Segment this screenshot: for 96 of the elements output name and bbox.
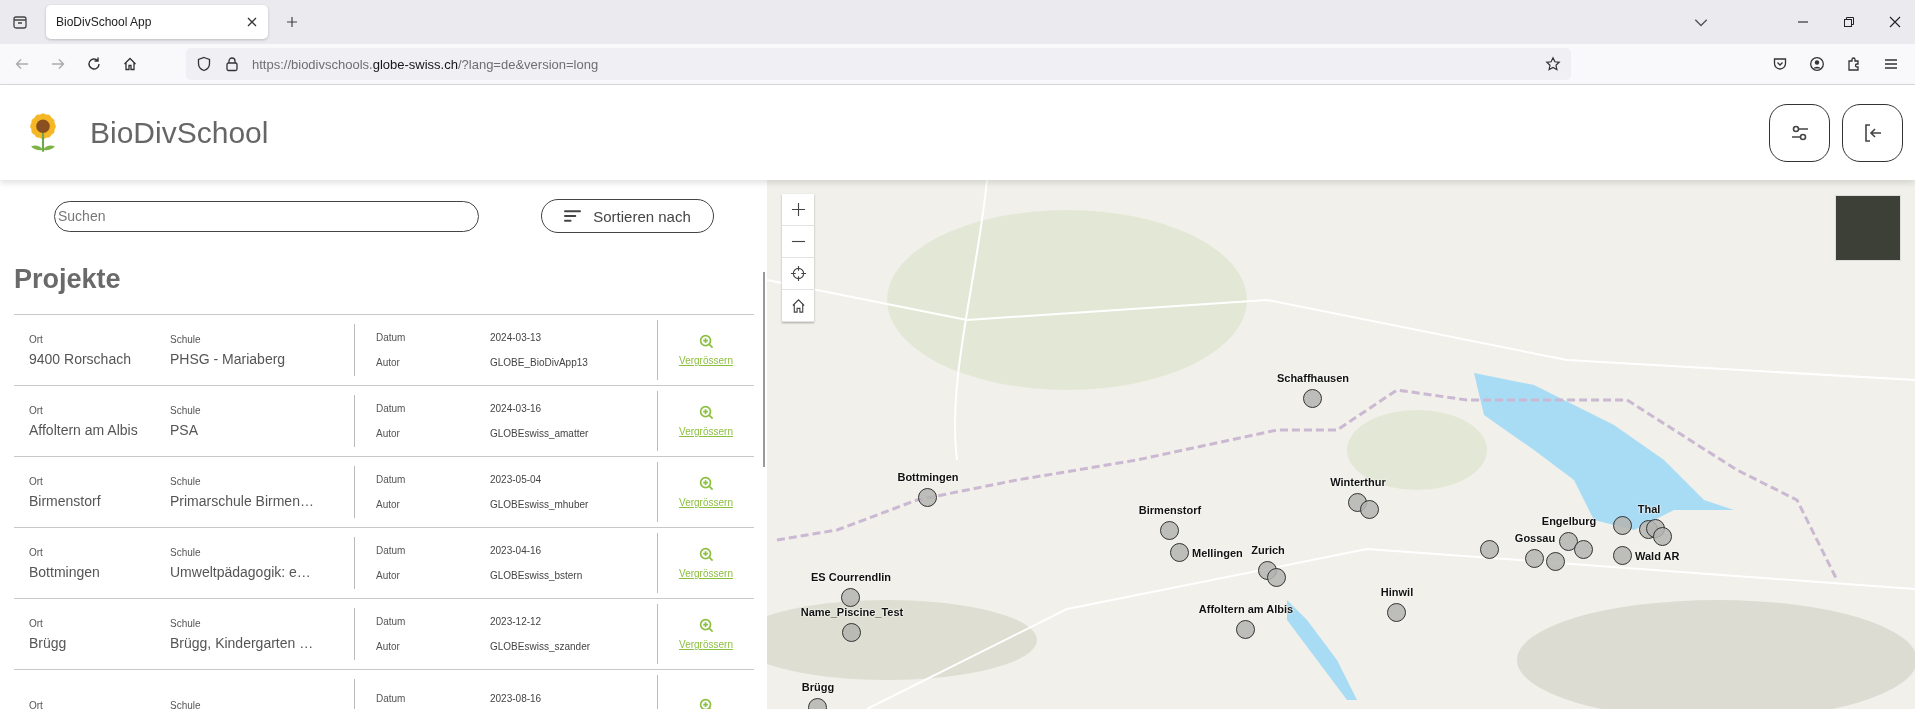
school-name: PHSG - Mariaberg (170, 350, 287, 367)
locate-button[interactable] (782, 258, 814, 290)
date-text: 2024-03-13 (490, 332, 542, 343)
plus-icon (790, 202, 806, 217)
location-text: Affoltern am Albis (29, 421, 139, 438)
field-label: Schule (170, 333, 202, 345)
marker-label: Bottmingen (897, 471, 959, 483)
lock-icon (224, 56, 240, 72)
crosshair-icon (790, 266, 806, 281)
field-label: Ort (29, 475, 44, 487)
menu-icon[interactable] (1883, 56, 1899, 72)
marker-label: Schaffhausen (1276, 372, 1350, 384)
field-label: Autor (376, 570, 401, 581)
marker-label: Brügg (801, 681, 835, 693)
author-text: GLOBEswiss_szander (490, 641, 591, 652)
field-label: Schule (170, 699, 202, 709)
field-label: Ort (29, 333, 44, 345)
field-label: Datum (376, 545, 407, 556)
home-icon (790, 298, 806, 313)
puzzle-icon[interactable] (1846, 56, 1862, 72)
zoom-link[interactable]: Vergrössern (679, 426, 733, 437)
tab-list-icon[interactable] (12, 14, 28, 30)
field-label: Ort (29, 546, 44, 558)
marker-label: Mellingen (1192, 547, 1243, 559)
field-label: Schule (170, 404, 202, 416)
field-label: Schule (170, 546, 202, 558)
home-button[interactable] (782, 290, 814, 322)
field-label: Autor (376, 428, 401, 439)
marker-label: Zurich (1251, 544, 1285, 556)
marker-label: Engelburg (1541, 515, 1597, 527)
school-name: Brügg, Kindergarten … (170, 634, 315, 651)
zoom-link[interactable]: Vergrössern (679, 568, 733, 579)
map[interactable]: Schaffhausen Bottmingen Winterthur Birmenstorf Mellingen Zurich ES Courrendlin Name_Piscine_Test Affoltern am Albis Hinwil Engelburg Gossau Thal Wald AR Brügg (767, 180, 1915, 709)
date-text: 2023-12-12 (490, 616, 542, 627)
school-name: Primarschule Birmen… (170, 492, 315, 509)
field-label: Ort (29, 617, 44, 629)
shield-icon[interactable] (196, 56, 212, 72)
marker-label: Hinwil (1380, 586, 1414, 598)
marker-label: Thal (1637, 503, 1661, 515)
marker-label: Name_Piscine_Test (800, 606, 904, 618)
field-label: Autor (376, 499, 401, 510)
field-label: Ort (29, 699, 44, 709)
location-text: Bottmingen (29, 563, 101, 580)
author-text: GLOBEswiss_amatter (490, 428, 589, 439)
sort-icon (564, 209, 582, 223)
close-icon[interactable] (1889, 16, 1901, 28)
location-text: Brügg (29, 634, 68, 651)
field-label: Datum (376, 332, 407, 343)
home-icon[interactable] (122, 56, 138, 72)
field-label: Schule (170, 475, 202, 487)
star-icon[interactable] (1545, 56, 1561, 72)
account-icon[interactable] (1809, 56, 1825, 72)
pocket-icon[interactable] (1772, 56, 1788, 72)
field-label: Datum (376, 403, 407, 414)
date-text: 2023-08-16 (490, 692, 542, 704)
section-heading: Projekte (14, 263, 122, 296)
date-text: 2024-03-16 (490, 403, 542, 414)
address-bar[interactable]: https://biodivschools.globe-swiss.ch/?lang=de&version=long (186, 48, 1571, 80)
marker-label: Affoltern am Albis (1198, 603, 1294, 615)
zoom-in-button[interactable] (782, 194, 814, 226)
field-label: Datum (376, 474, 407, 485)
reload-icon[interactable] (86, 56, 102, 72)
browser-tab[interactable]: BioDivSchool App (46, 5, 268, 39)
field-label: Autor (376, 357, 401, 368)
field-label: Ort (29, 404, 44, 416)
marker-label: Gossau (1514, 532, 1556, 544)
search-field[interactable]: Suchen (54, 200, 479, 232)
marker-label: Winterthur (1330, 476, 1386, 488)
zoom-link[interactable]: Vergrössern (679, 639, 733, 650)
url-text: https://biodivschools.globe-swiss.ch/?lang=de&version=long (252, 56, 599, 72)
logout-button[interactable] (1842, 103, 1903, 162)
zoom-link[interactable]: Vergrössern (679, 497, 733, 508)
date-text: 2023-05-04 (490, 474, 542, 485)
author-text: GLOBE_BioDivApp13 (490, 357, 588, 368)
marker-label: Birmenstorf (1138, 504, 1202, 516)
marker-label: ES Courrendlin (810, 571, 892, 583)
restore-icon[interactable] (1843, 16, 1855, 28)
field-label: Schule (170, 617, 202, 629)
author-text: GLOBEswiss_bstern (490, 570, 583, 581)
school-name: Umweltpädagogik: e… (170, 563, 312, 580)
basemap-thumbnail[interactable] (1835, 195, 1901, 261)
close-icon[interactable] (246, 16, 258, 28)
zoom-link[interactable]: Vergrössern (679, 355, 733, 366)
location-text: 9400 Rorschach (29, 350, 132, 367)
date-text: 2023-04-16 (490, 545, 542, 556)
sort-button[interactable]: Sortieren nach (541, 199, 714, 233)
author-text: GLOBEswiss_mhuber (490, 499, 589, 510)
field-label: Datum (376, 616, 407, 627)
school-name: PSA (170, 421, 199, 438)
field-label: Autor (376, 641, 401, 652)
filter-button[interactable] (1769, 103, 1830, 162)
field-label: Datum (376, 692, 407, 704)
marker-label: Wald AR (1635, 550, 1680, 562)
app-title: BioDivSchool (90, 115, 269, 150)
location-text: Birmenstorf (29, 492, 102, 509)
new-tab-icon[interactable] (286, 16, 298, 28)
